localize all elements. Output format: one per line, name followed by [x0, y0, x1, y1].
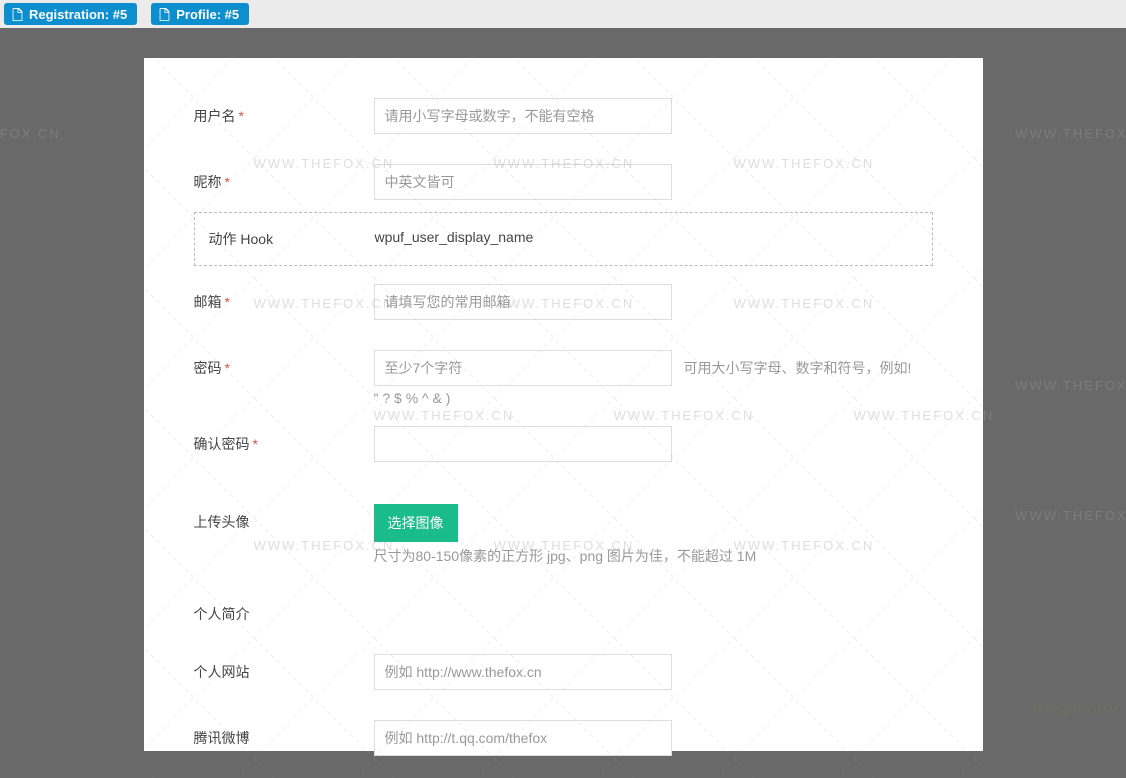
email-row: 邮箱*	[194, 284, 933, 320]
required-marker: *	[253, 436, 258, 452]
email-input[interactable]	[374, 284, 672, 320]
username-input[interactable]	[374, 98, 672, 134]
username-label: 用户名*	[194, 98, 374, 126]
watermark-text: WWW.THEFOX.CN	[1015, 378, 1126, 393]
nickname-label: 昵称*	[194, 164, 374, 192]
content-area: 用户名* 昵称* 动作 Hook wpuf_user_display_name …	[0, 28, 1126, 721]
password-input[interactable]	[374, 350, 672, 386]
confirm-password-input[interactable]	[374, 426, 672, 462]
website-input[interactable]	[374, 654, 672, 690]
weibo-label: 腾讯微博	[194, 720, 374, 748]
website-row: 个人网站	[194, 654, 933, 690]
password-label: 密码*	[194, 350, 374, 378]
username-row: 用户名*	[194, 98, 933, 134]
profile-button[interactable]: Profile: #5	[151, 3, 249, 25]
document-icon	[158, 8, 171, 21]
password-row: 密码* 可用大小写字母、数字和符号，例如! " ? $ % ^ & )	[194, 350, 933, 406]
action-hook-label: 动作 Hook	[195, 229, 375, 249]
required-marker: *	[225, 360, 230, 376]
confirm-password-row: 确认密码*	[194, 426, 933, 462]
confirm-password-label: 确认密码*	[194, 426, 374, 454]
password-hint-inline: 可用大小写字母、数字和符号，例如!	[684, 358, 912, 378]
registration-label: Registration: #5	[29, 7, 127, 22]
nickname-input[interactable]	[374, 164, 672, 200]
select-image-button[interactable]: 选择图像	[374, 504, 458, 542]
watermark-text: WWW.THEFOX.CN	[0, 126, 61, 141]
document-icon	[11, 8, 24, 21]
watermark-text: WWW.THEFOX.CN	[1015, 126, 1126, 141]
email-label: 邮箱*	[194, 284, 374, 312]
nickname-row: 昵称*	[194, 164, 933, 200]
form-panel: 用户名* 昵称* 动作 Hook wpuf_user_display_name …	[144, 58, 983, 751]
website-label: 个人网站	[194, 654, 374, 682]
weibo-input[interactable]	[374, 720, 672, 756]
action-hook-value: wpuf_user_display_name	[375, 229, 932, 249]
action-hook-row: 动作 Hook wpuf_user_display_name	[194, 212, 933, 266]
required-marker: *	[225, 174, 230, 190]
registration-button[interactable]: Registration: #5	[4, 3, 137, 25]
watermark-text: WWW.THEFOX.CN	[1015, 508, 1126, 523]
avatar-hint: 尺寸为80-150像素的正方形 jpg、png 图片为佳，不能超过 1M	[374, 546, 933, 566]
avatar-label: 上传头像	[194, 504, 374, 532]
profile-label: Profile: #5	[176, 7, 239, 22]
top-bar: Registration: #5 Profile: #5	[0, 0, 1126, 28]
weibo-row: 腾讯微博	[194, 720, 933, 756]
required-marker: *	[225, 294, 230, 310]
required-marker: *	[239, 108, 244, 124]
bio-row: 个人简介	[194, 596, 933, 624]
bio-label: 个人简介	[194, 596, 374, 624]
avatar-row: 上传头像 选择图像 尺寸为80-150像素的正方形 jpg、png 图片为佳，不…	[194, 504, 933, 566]
password-hint-below: " ? $ % ^ & )	[374, 390, 451, 406]
